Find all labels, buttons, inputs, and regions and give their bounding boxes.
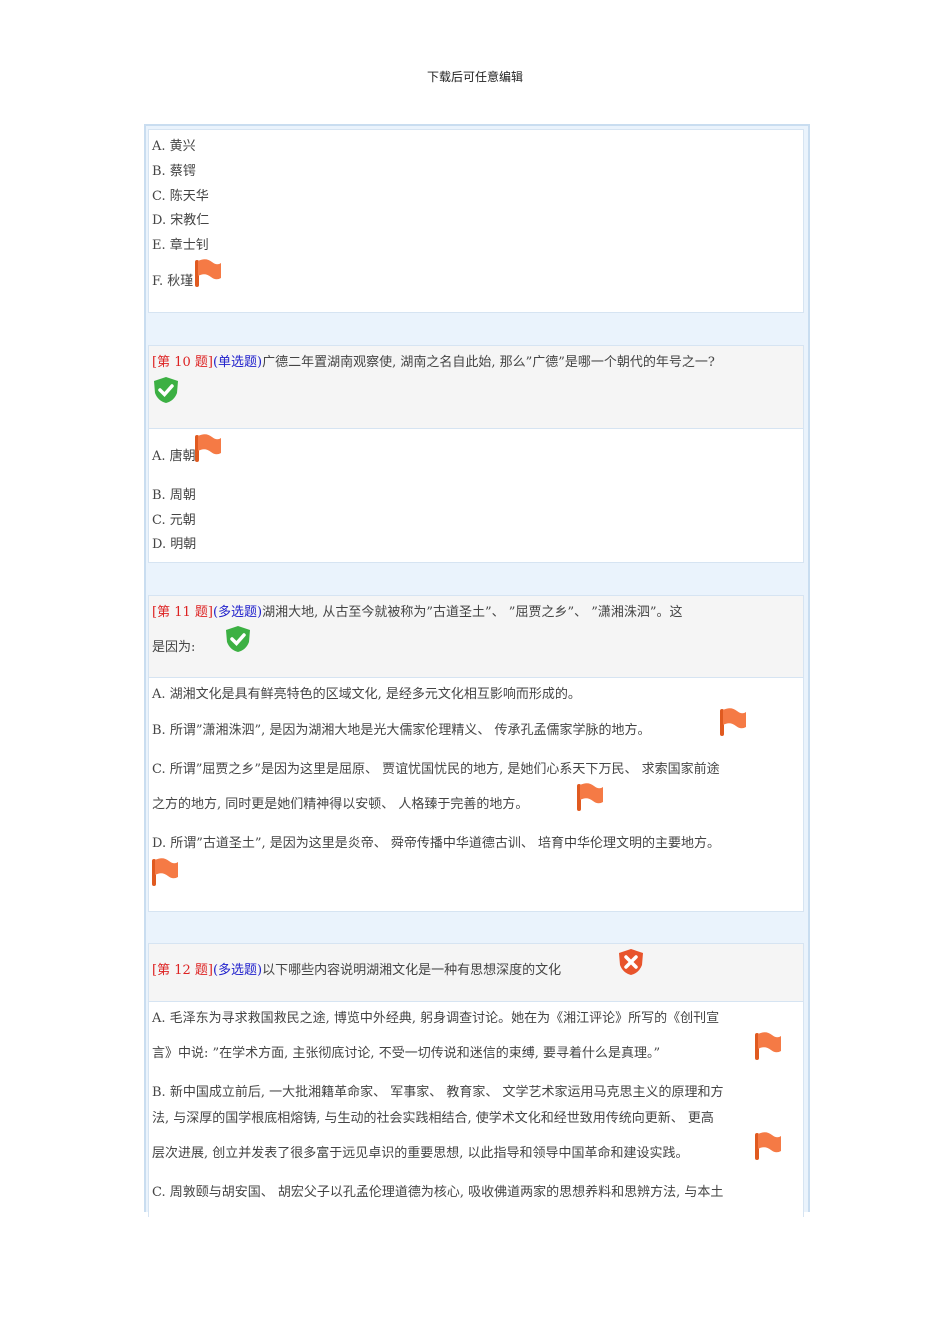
option[interactable]: B. 新中国成立前后, 一大批湘籍革命家、 军事家、 教育家、 文学艺术家运用马… [152, 1085, 723, 1101]
option[interactable]: B. 蔡锷 [152, 164, 196, 180]
q9-options-panel [148, 129, 804, 313]
page: { "header":"下载后可任意编辑", "q9":{"options":[… [0, 0, 950, 1344]
option[interactable]: F. 秋瑾 [152, 274, 193, 290]
question-type: (多选题) [212, 963, 263, 978]
option[interactable]: C. 周敦颐与胡安国、 胡宏父子以孔孟伦理道德为核心, 吸收佛道两家的思想养料和… [152, 1185, 723, 1201]
option[interactable]: C. 所谓”屈贾之乡”是因为这里是屈原、 贾谊忧国忧民的地方, 是她们心系天下万… [152, 762, 720, 778]
option[interactable]: C. 陈天华 [152, 189, 209, 205]
question-text-cont: 是因为: [152, 640, 196, 655]
flag-icon [720, 708, 746, 736]
correct-check-icon [154, 377, 178, 403]
question-title: [第 10 题](单选题)广德二年置湖南观察使, 湖南之名自此始, 那么”广德”… [152, 355, 715, 371]
option-cont[interactable]: 法, 与深厚的国学根底相熔铸, 与生动的社会实践相结合, 使学术文化和经世致用传… [152, 1111, 714, 1127]
question-type: (多选题) [212, 605, 263, 620]
question-number: [第 10 题] [152, 355, 213, 370]
page-header: 下载后可任意编辑 [426, 70, 523, 84]
question-type: (单选题) [212, 355, 263, 370]
option[interactable]: D. 所谓”古道圣土”, 是因为这里是炎帝、 舜帝传播中华道德古训、 培育中华伦… [152, 836, 720, 852]
flag-icon [577, 783, 603, 811]
question-text: 湖湘大地, 从古至今就被称为”古道圣土”、 ”屈贾之乡”、 ”潇湘洙泗”。这 [262, 605, 683, 620]
option[interactable]: A. 湖湘文化是具有鲜亮特色的区域文化, 是经多元文化相互影响而形成的。 [152, 687, 581, 703]
option[interactable]: D. 宋教仁 [152, 213, 209, 229]
option[interactable]: C. 元朝 [152, 513, 196, 529]
flag-icon [755, 1032, 781, 1060]
option[interactable]: E. 章士钊 [152, 238, 209, 254]
question-title: [第 11 题](多选题)湖湘大地, 从古至今就被称为”古道圣土”、 ”屈贾之乡… [152, 605, 683, 621]
flag-icon [755, 1132, 781, 1160]
option[interactable]: A. 毛泽东为寻求救国救民之途, 博览中外经典, 躬身调查讨论。她在为《湘江评论… [152, 1011, 719, 1027]
option-cont[interactable]: 之方的地方, 同时更是她们精神得以安顿、 人格臻于完善的地方。 [152, 797, 528, 813]
question-title: [第 12 题](多选题)以下哪些内容说明湖湘文化是一种有思想深度的文化 [152, 963, 561, 979]
flag-icon [152, 858, 178, 886]
flag-icon [195, 434, 221, 462]
correct-check-icon [226, 626, 250, 652]
option[interactable]: A. 唐朝 [152, 449, 196, 465]
question-text: 以下哪些内容说明湖湘文化是一种有思想深度的文化 [262, 963, 562, 978]
option[interactable]: B. 周朝 [152, 488, 196, 504]
option-cont[interactable]: 层次进展, 创立并发表了很多富于远见卓识的重要思想, 以此指导和领导中国革命和建… [152, 1146, 689, 1162]
wrong-cross-icon [619, 949, 643, 975]
q11-options-panel [148, 677, 804, 912]
flag-icon [195, 259, 221, 287]
question-text: 广德二年置湖南观察使, 湖南之名自此始, 那么”广德”是哪一个朝代的年号之一? [262, 355, 715, 370]
question-number: [第 11 题] [152, 605, 213, 620]
option[interactable]: B. 所谓”潇湘洙泗”, 是因为湖湘大地是光大儒家伦理精义、 传承孔孟儒家学脉的… [152, 723, 651, 739]
q10-options-panel [148, 428, 804, 563]
option[interactable]: D. 明朝 [152, 537, 196, 553]
option-cont[interactable]: 言》中说: ”在学术方面, 主张彻底讨论, 不受一切传说和迷信的束缚, 要寻着什… [152, 1046, 660, 1062]
question-number: [第 12 题] [152, 963, 213, 978]
option[interactable]: A. 黄兴 [152, 139, 196, 155]
